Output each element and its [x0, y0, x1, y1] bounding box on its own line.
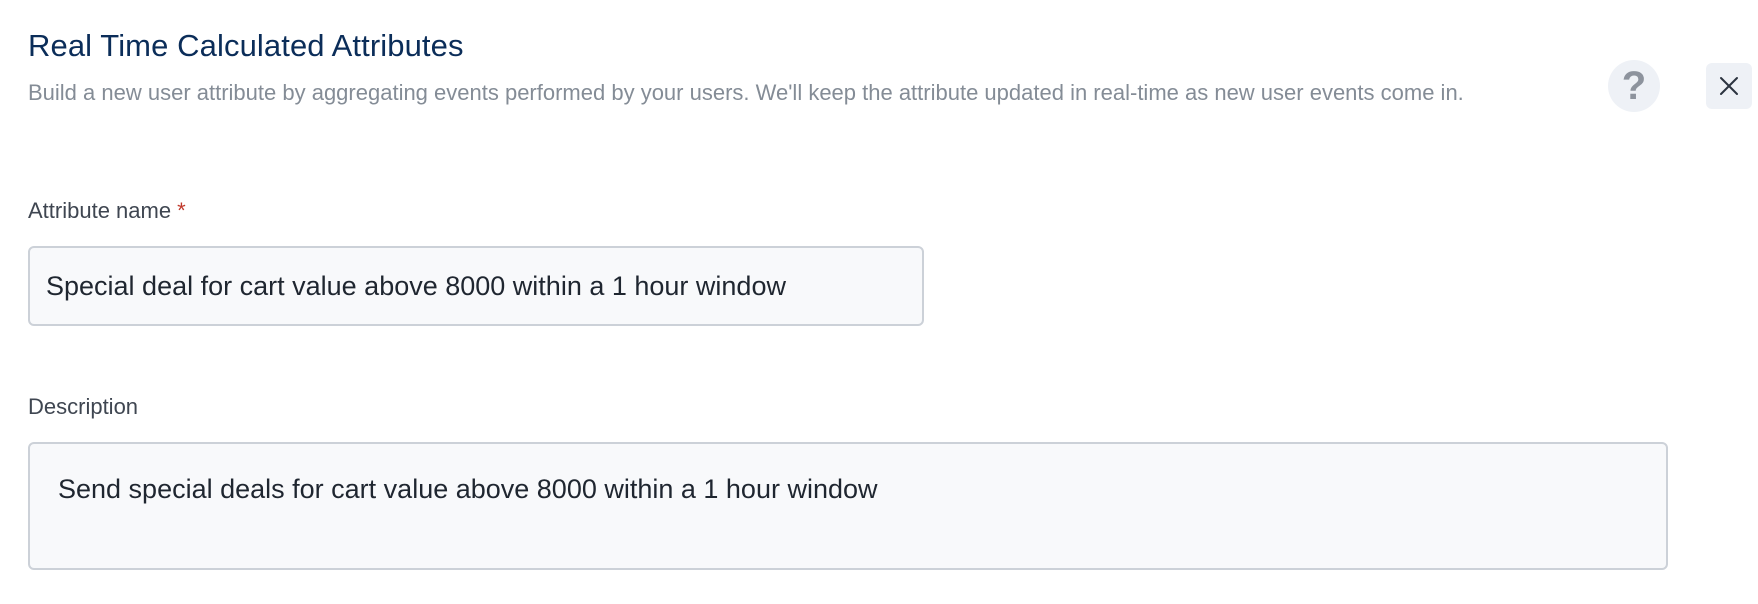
help-button[interactable]: ? — [1608, 60, 1660, 112]
attribute-name-input[interactable] — [28, 246, 924, 326]
page-description: Build a new user attribute by aggregatin… — [28, 80, 1464, 105]
calculated-attribute-panel: Real Time Calculated Attributes Build a … — [0, 0, 1758, 604]
description-textarea[interactable]: Send special deals for cart value above … — [28, 442, 1668, 570]
question-mark-icon: ? — [1621, 64, 1647, 108]
close-button[interactable] — [1706, 63, 1752, 109]
attribute-name-label-text: Attribute name — [28, 198, 172, 223]
page-title: Real Time Calculated Attributes — [28, 28, 464, 63]
description-label: Description — [28, 394, 139, 419]
required-marker: * — [177, 198, 186, 223]
attribute-name-label: Attribute name * — [28, 198, 186, 224]
close-icon — [1720, 77, 1738, 95]
